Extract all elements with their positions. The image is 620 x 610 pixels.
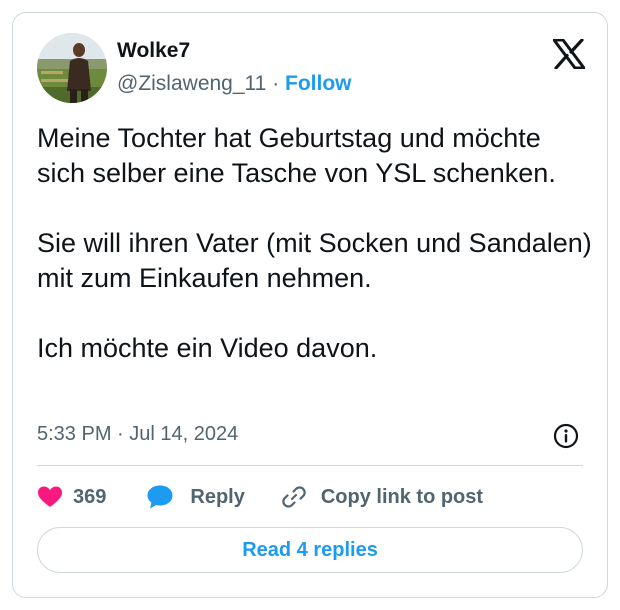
author-avatar[interactable] [37, 33, 107, 103]
tweet-paragraph: Ich möchte ein Video davon. [37, 333, 378, 363]
tweet-card: Wolke7 @Zislaweng_11 · Follow Meine Toch… [12, 12, 608, 598]
read-replies-button[interactable]: Read 4 replies [37, 527, 583, 573]
info-icon[interactable] [553, 423, 579, 449]
tweet-paragraph: Sie will ihren Vater (mit Socken und San… [37, 228, 592, 293]
copy-link-button[interactable]: Copy link to post [281, 484, 483, 510]
link-icon [282, 486, 306, 508]
author-display-name[interactable]: Wolke7 [117, 39, 190, 63]
handle-separator: · [272, 72, 280, 95]
x-logo-icon[interactable] [552, 38, 586, 70]
author-handle[interactable]: @Zislaweng_11 [117, 72, 266, 95]
profile-photo-icon [37, 33, 107, 103]
like-button[interactable]: 369 [37, 485, 106, 509]
heart-icon [38, 486, 62, 507]
reply-button[interactable]: Reply [146, 484, 245, 510]
action-bar: 369 Reply Copy link to post [37, 479, 483, 515]
tweet-timestamp[interactable]: 5:33 PM · Jul 14, 2024 [37, 423, 238, 446]
author-handle-row: @Zislaweng_11 · Follow [117, 72, 352, 96]
copy-link-label: Copy link to post [320, 485, 484, 508]
like-count: 369 [73, 485, 107, 508]
follow-button[interactable]: Follow [285, 72, 352, 95]
reply-label: Reply [190, 485, 245, 508]
tweet-text: Meine Tochter hat Geburtstag und möchte … [37, 121, 592, 366]
tweet-paragraph: Meine Tochter hat Geburtstag und möchte … [37, 123, 556, 188]
divider [37, 465, 583, 466]
speech-bubble-icon [147, 485, 173, 509]
